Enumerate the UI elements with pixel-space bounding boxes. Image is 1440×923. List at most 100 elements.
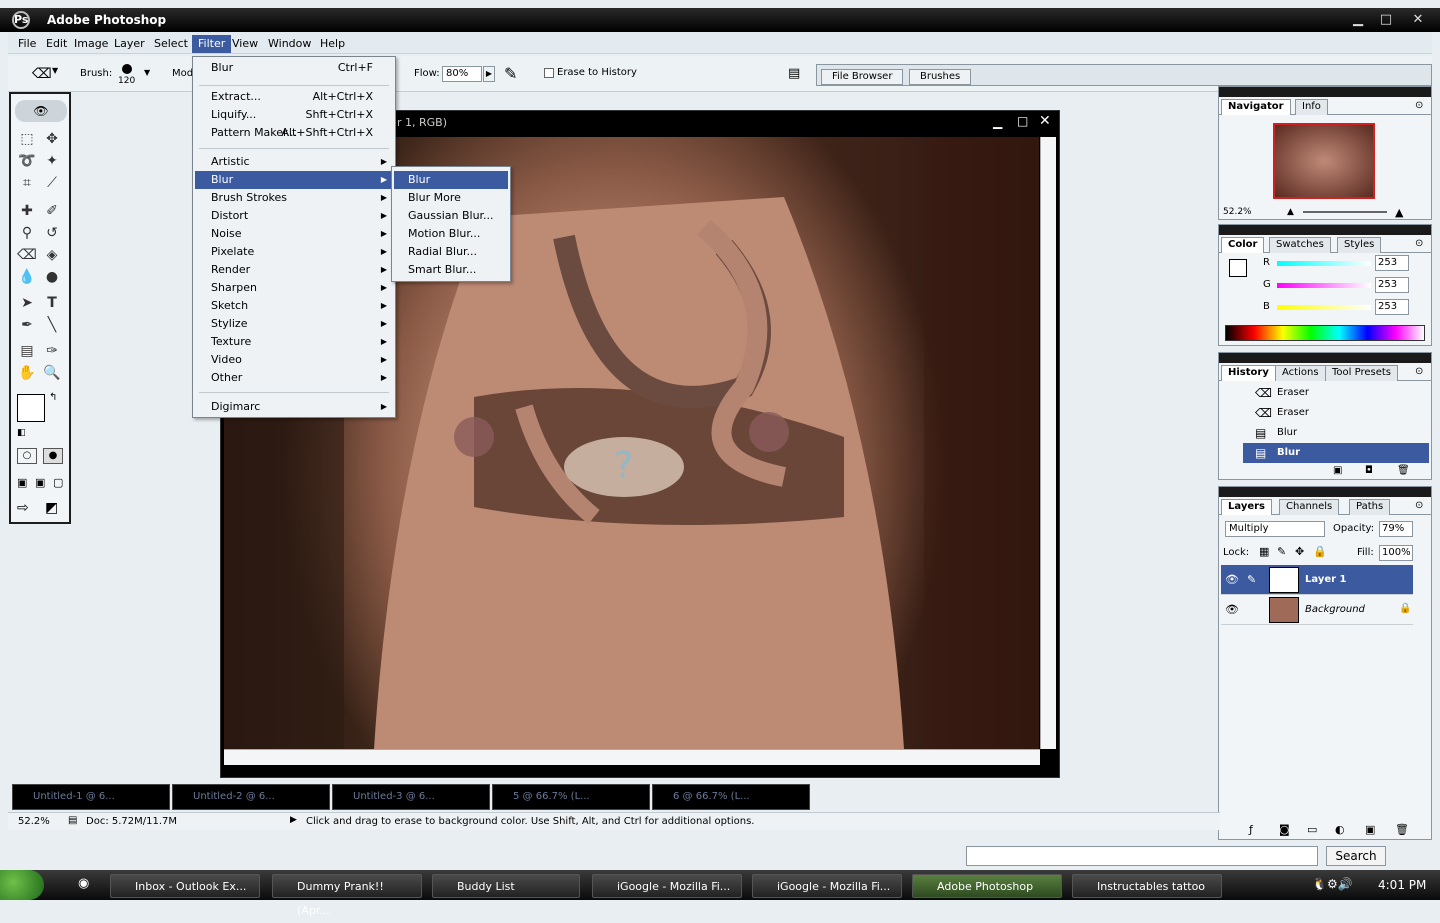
brush-dropdown-icon[interactable]: ▼ [144,68,150,77]
move-icon[interactable]: ✥ [41,128,63,150]
browser-search-input[interactable] [966,846,1318,866]
standard-mode-icon[interactable]: ○ [17,448,37,464]
close-icon[interactable]: ✕ [1410,12,1426,28]
blur-item[interactable]: Blur [394,171,508,189]
airbrush-icon[interactable]: ✎ [504,64,517,83]
type-icon[interactable]: T [41,292,63,314]
tab-tool-presets[interactable]: Tool Presets [1325,365,1398,381]
screen-mode-2-icon[interactable]: ▣ [35,476,45,489]
history-brush-icon[interactable]: ↺ [41,222,63,244]
filter-sharpen[interactable]: Sharpen ▶ [195,279,393,297]
menu-select[interactable]: Select [148,35,194,53]
screen-mode-1-icon[interactable]: ▣ [17,476,27,489]
browser-search-button[interactable]: Search [1326,846,1386,866]
filter-noise[interactable]: Noise ▶ [195,225,393,243]
lock-image-icon[interactable]: ✎ [1277,545,1286,558]
notes-icon[interactable]: ▤ [16,340,38,362]
tab-navigator[interactable]: Navigator [1221,99,1291,115]
path-selection-icon[interactable]: ➤ [16,292,38,314]
filter-last-blur[interactable]: Blur Ctrl+F [195,59,393,77]
zoom-out-icon[interactable]: ▲ [1287,207,1294,217]
tab-layers[interactable]: Layers [1221,499,1272,515]
status-zoom[interactable]: 52.2% [18,816,58,827]
hand-icon[interactable]: ✋ [16,362,38,384]
menu-view[interactable]: View [226,35,264,53]
history-item[interactable]: ⌫ Eraser [1243,383,1429,403]
tab-paths[interactable]: Paths [1349,499,1391,515]
filter-artistic[interactable]: Artistic ▶ [195,153,393,171]
flow-field[interactable]: 80% [442,66,482,82]
history-item[interactable]: ⌫ Eraser [1243,403,1429,423]
swap-colors-icon[interactable]: ↰ [49,392,57,403]
tab-history[interactable]: History [1221,365,1276,381]
filter-distort[interactable]: Distort ▶ [195,207,393,225]
smart-blur-item[interactable]: Smart Blur... [394,261,508,279]
motion-blur-item[interactable]: Motion Blur... [394,225,508,243]
filter-render[interactable]: Render ▶ [195,261,393,279]
visibility-eye-icon[interactable]: 👁 [1225,573,1239,586]
filter-digimarc[interactable]: Digimarc ▶ [195,398,393,416]
jump-to-imageready-icon[interactable]: ⇨ [17,500,29,516]
blur-icon[interactable]: 💧 [16,266,38,288]
layer-set-icon[interactable]: ▭ [1307,823,1317,836]
minimize-icon[interactable]: ▁ [1350,12,1366,28]
filter-liquify[interactable]: Liquify... Shft+Ctrl+X [195,106,393,124]
adobe-online-icon[interactable]: 👁 [15,100,67,122]
filter-other[interactable]: Other ▶ [195,369,393,387]
minimized-document[interactable]: 6 @ 66.7% (L... [652,784,810,810]
eyedropper-icon[interactable]: ✑ [41,340,63,362]
zoom-in-icon[interactable]: ▲ [1395,206,1403,219]
new-document-icon[interactable]: ▣ [1333,465,1342,476]
lasso-icon[interactable]: ➰ [16,150,38,172]
tab-info[interactable]: Info [1295,99,1328,115]
tray-icons[interactable]: 🐧⚙🔊 [1312,877,1353,891]
panel-menu-icon[interactable]: ⊙ [1415,238,1423,249]
layer-row[interactable]: 👁 Background 🔒 [1221,595,1413,625]
blur-more-item[interactable]: Blur More [394,189,508,207]
layer-mask-icon[interactable]: ◙ [1279,823,1290,836]
filter-pattern-maker[interactable]: Pattern Maker... Alt+Shft+Ctrl+X [195,124,393,142]
tab-channels[interactable]: Channels [1279,499,1340,515]
eraser-tool-icon[interactable]: ⌫ [16,244,38,266]
minimized-document[interactable]: 5 @ 66.7% (L... [492,784,650,810]
eraser-icon[interactable]: ⌫ [32,66,52,82]
adjustment-layer-icon[interactable]: ◐ [1335,823,1345,836]
taskbar-item[interactable]: Buddy List [432,874,580,898]
horizontal-scrollbar[interactable] [224,749,1040,765]
quick-launch-icon[interactable]: ◉ [78,876,89,891]
chevron-down-icon[interactable]: ▼ [52,66,58,75]
magic-wand-icon[interactable]: ✦ [41,150,63,172]
lock-transparency-icon[interactable]: ▦ [1259,545,1269,558]
taskbar-item[interactable]: Dummy Prank!! (Apr... [272,874,422,917]
new-layer-icon[interactable]: ▣ [1365,823,1375,836]
r-value[interactable]: 253 [1375,255,1409,271]
minimized-document[interactable]: Untitled-3 @ 6... [332,784,490,810]
taskbar-item-active[interactable]: Adobe Photoshop [912,874,1062,898]
maximize-icon[interactable]: □ [1378,12,1394,28]
history-item-selected[interactable]: ▤ Blur [1243,443,1429,463]
fg-color-swatch[interactable] [1229,259,1247,277]
filter-blur[interactable]: Blur ▶ [195,171,393,189]
brushes-tab[interactable]: Brushes [909,69,972,85]
filter-stylize[interactable]: Stylize ▶ [195,315,393,333]
filter-extract[interactable]: Extract... Alt+Ctrl+X [195,88,393,106]
radial-blur-item[interactable]: Radial Blur... [394,243,508,261]
line-icon[interactable]: ╲ [41,314,63,336]
trash-icon[interactable]: 🗑 [1397,465,1410,476]
delete-layer-icon[interactable]: 🗑 [1395,823,1409,836]
navigator-thumbnail[interactable] [1273,123,1375,199]
snapshot-icon[interactable]: ◘ [1365,465,1373,476]
crop-icon[interactable]: ⌗ [16,172,38,194]
tab-color[interactable]: Color [1221,237,1265,253]
layer-row-selected[interactable]: 👁 ✎ Layer 1 [1221,565,1413,595]
paint-bucket-icon[interactable]: ◈ [41,244,63,266]
doc-maximize-icon[interactable]: □ [1017,114,1028,128]
color-ramp[interactable] [1225,325,1425,341]
brush-preview-icon[interactable] [122,64,132,74]
imageready-icon[interactable]: ◩ [45,500,58,516]
file-browser-tab[interactable]: File Browser [821,69,904,85]
navigator-zoom[interactable]: 52.2% [1223,207,1252,217]
opacity-field[interactable]: 79% [1379,521,1413,537]
filter-texture[interactable]: Texture ▶ [195,333,393,351]
doc-close-icon[interactable]: ✕ [1039,113,1051,129]
